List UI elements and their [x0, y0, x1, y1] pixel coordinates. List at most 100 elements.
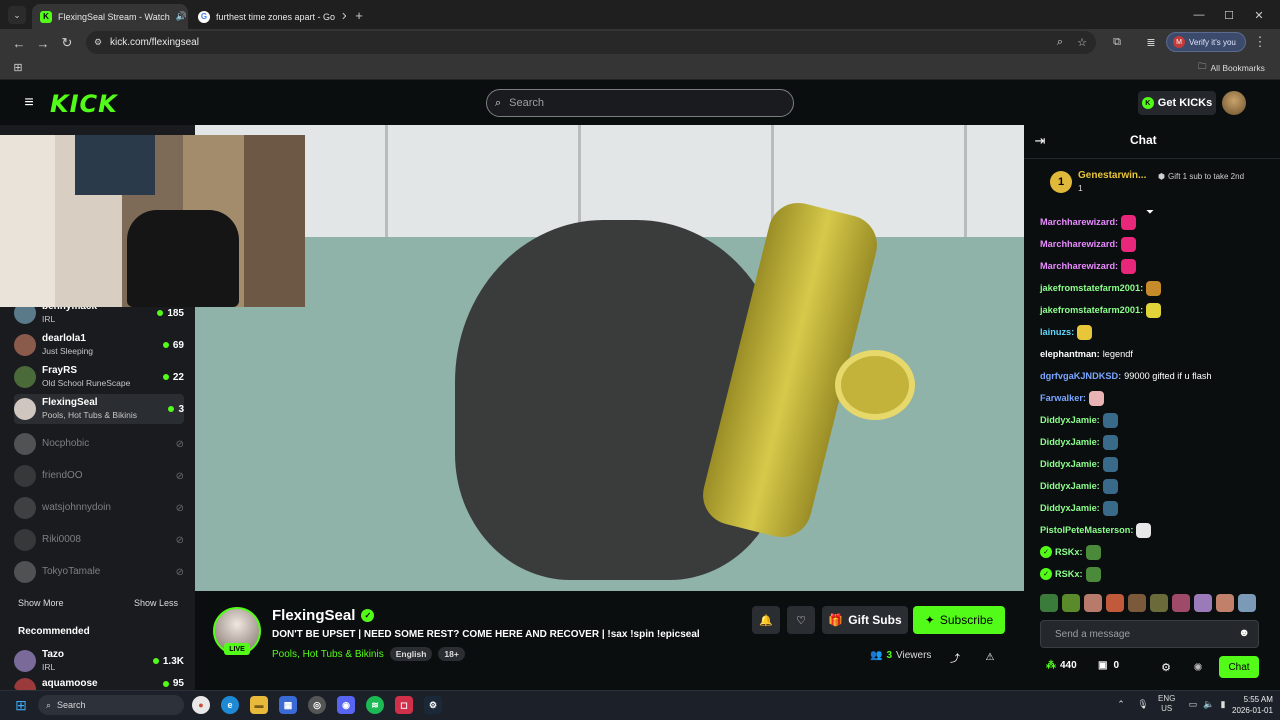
notification-bell-button[interactable]: 🔔: [752, 606, 780, 634]
taskbar-search[interactable]: ⌕ Search: [38, 695, 184, 715]
verify-profile-button[interactable]: M Verify it's you: [1166, 32, 1246, 52]
chat-username[interactable]: Marchharewizard:: [1040, 217, 1118, 227]
pinned-filter-icon[interactable]: ⏷: [1143, 205, 1157, 219]
emoji-icon[interactable]: ☻: [1238, 627, 1250, 639]
edge-icon[interactable]: e: [221, 696, 239, 714]
close-window-icon[interactable]: ✕: [1250, 6, 1268, 24]
tab-search-icon[interactable]: ⌄: [8, 6, 26, 24]
chat-username[interactable]: Marchharewizard:: [1040, 239, 1118, 249]
share-icon[interactable]: ⤴: [948, 650, 962, 665]
sidebar-channel[interactable]: friendOO ⊘: [14, 461, 184, 491]
app-icon[interactable]: ◻: [395, 696, 413, 714]
browser-menu-icon[interactable]: ⋮: [1252, 33, 1268, 51]
steam-icon[interactable]: ⚙: [424, 696, 442, 714]
tag-mature[interactable]: 18+: [438, 647, 465, 661]
sidebar-channel[interactable]: Riki0008 ⊘: [14, 525, 184, 555]
discord-icon[interactable]: ◉: [337, 696, 355, 714]
chat-username[interactable]: DiddyxJamie:: [1040, 481, 1100, 491]
file-explorer-icon[interactable]: ▬: [250, 696, 268, 714]
new-tab-icon[interactable]: +: [350, 6, 368, 24]
show-less-button[interactable]: Show Less: [134, 598, 178, 608]
quick-emote-icon[interactable]: [1084, 594, 1102, 612]
minimize-icon[interactable]: —: [1190, 6, 1208, 24]
tab-google-search[interactable]: G furthest time zones apart - Go ✕: [190, 4, 346, 29]
search-input[interactable]: ⌕ Search: [486, 89, 794, 117]
report-icon[interactable]: ⚠: [983, 650, 997, 664]
get-kicks-button[interactable]: K Get KICKs: [1138, 91, 1216, 115]
chat-username[interactable]: Farwalker:: [1040, 393, 1086, 403]
top-gifter[interactable]: 1 Genestarwin... 1: [1050, 170, 1146, 194]
all-bookmarks-button[interactable]: 🗀 All Bookmarks: [1198, 61, 1265, 75]
store-icon[interactable]: ▦: [279, 696, 297, 714]
points-display[interactable]: ⁂ 440: [1046, 660, 1077, 671]
speaker-icon[interactable]: 🔊: [176, 11, 187, 22]
close-tab-icon[interactable]: ✕: [341, 10, 346, 23]
battery-icon[interactable]: ▮: [1216, 697, 1230, 711]
spotify-icon[interactable]: ≋: [366, 696, 384, 714]
media-control-icon[interactable]: ≣: [1142, 33, 1160, 51]
sidebar-channel[interactable]: FrayRS Old School RuneScape 22: [14, 362, 184, 392]
zoom-icon[interactable]: ⌕: [1052, 34, 1068, 50]
sidebar-channel[interactable]: FlexingSeal Pools, Hot Tubs & Bikinis 3: [14, 394, 184, 424]
network-icon[interactable]: ▭: [1186, 697, 1200, 711]
kick-logo[interactable]: KICK: [50, 90, 118, 118]
stream-category-link[interactable]: Pools, Hot Tubs & Bikinis: [272, 649, 384, 660]
language-indicator[interactable]: ENG US: [1158, 694, 1175, 714]
chat-input[interactable]: Send a message ☻: [1040, 620, 1259, 648]
sidebar-channel[interactable]: dearlola1 Just Sleeping 69: [14, 330, 184, 360]
gift-prompt[interactable]: ⬢ Gift 1 sub to take 2nd: [1158, 172, 1248, 181]
quick-emote-icon[interactable]: [1238, 594, 1256, 612]
windows-start-icon[interactable]: ⊞: [12, 696, 30, 714]
quick-emote-icon[interactable]: [1150, 594, 1168, 612]
chat-username[interactable]: RSKx:: [1055, 547, 1083, 557]
chrome-icon[interactable]: ●: [192, 696, 210, 714]
tag-language[interactable]: English: [389, 647, 433, 661]
back-icon[interactable]: ←: [10, 34, 28, 52]
chat-username[interactable]: lainuzs:: [1040, 327, 1074, 337]
recommended-channel[interactable]: aquamoose 95: [14, 678, 184, 690]
send-chat-button[interactable]: Chat: [1219, 656, 1259, 678]
system-clock[interactable]: 5:55 AM 2026-01-01: [1232, 694, 1273, 716]
quick-emote-icon[interactable]: [1194, 594, 1212, 612]
chat-username[interactable]: DiddyxJamie:: [1040, 415, 1100, 425]
url-field[interactable]: ⚙ kick.com/flexingseal ⌕ ☆: [86, 31, 1096, 54]
quick-emote-icon[interactable]: [1106, 594, 1124, 612]
bookmark-star-icon[interactable]: ☆: [1074, 34, 1090, 50]
volume-icon[interactable]: 🔈: [1202, 697, 1216, 711]
subscribe-button[interactable]: ✦ Subscribe: [913, 606, 1005, 634]
apps-grid-icon[interactable]: ⊞: [10, 59, 26, 75]
quick-emote-icon[interactable]: [1216, 594, 1234, 612]
chat-username[interactable]: Marchharewizard:: [1040, 261, 1118, 271]
user-avatar[interactable]: [1222, 91, 1246, 115]
quick-emote-icon[interactable]: [1040, 594, 1058, 612]
collapse-chat-icon[interactable]: ⇥: [1032, 133, 1048, 149]
chat-username[interactable]: dgrfvgaKJNDKSD:: [1040, 371, 1121, 381]
chat-username[interactable]: elephantman:: [1040, 349, 1100, 359]
quick-emote-icon[interactable]: [1062, 594, 1080, 612]
chat-username[interactable]: jakefromstatefarm2001:: [1040, 283, 1143, 293]
hamburger-menu-icon[interactable]: ≡: [20, 94, 38, 112]
gifts-display[interactable]: ▣ 0: [1098, 660, 1119, 671]
sidebar-channel[interactable]: Nocphobic ⊘: [14, 429, 184, 459]
maximize-icon[interactable]: ☐: [1220, 6, 1238, 24]
chat-username[interactable]: DiddyxJamie:: [1040, 459, 1100, 469]
quick-emote-icon[interactable]: [1128, 594, 1146, 612]
site-info-icon[interactable]: ⚙: [91, 35, 105, 49]
recommended-channel[interactable]: Tazo IRL 1.3K: [14, 646, 184, 676]
tray-chevron-icon[interactable]: ⌃: [1114, 697, 1128, 711]
chat-username[interactable]: RSKx:: [1055, 569, 1083, 579]
chat-username[interactable]: jakefromstatefarm2001:: [1040, 305, 1143, 315]
forward-icon[interactable]: →: [34, 34, 52, 52]
chat-username[interactable]: DiddyxJamie:: [1040, 503, 1100, 513]
streamer-name[interactable]: FlexingSeal ✓: [272, 607, 375, 624]
obs-icon[interactable]: ◎: [308, 696, 326, 714]
quick-emote-icon[interactable]: [1172, 594, 1190, 612]
mic-icon[interactable]: 🎙: [1136, 697, 1150, 711]
chat-username[interactable]: DiddyxJamie:: [1040, 437, 1100, 447]
extensions-icon[interactable]: ⧉: [1108, 33, 1126, 51]
emote-picker-icon[interactable]: ✺: [1190, 659, 1206, 675]
chat-username[interactable]: PistolPeteMasterson:: [1040, 525, 1133, 535]
reload-icon[interactable]: ↻: [58, 34, 76, 52]
follow-button[interactable]: ♡: [787, 606, 815, 634]
sidebar-channel[interactable]: TokyoTamale ⊘: [14, 557, 184, 587]
